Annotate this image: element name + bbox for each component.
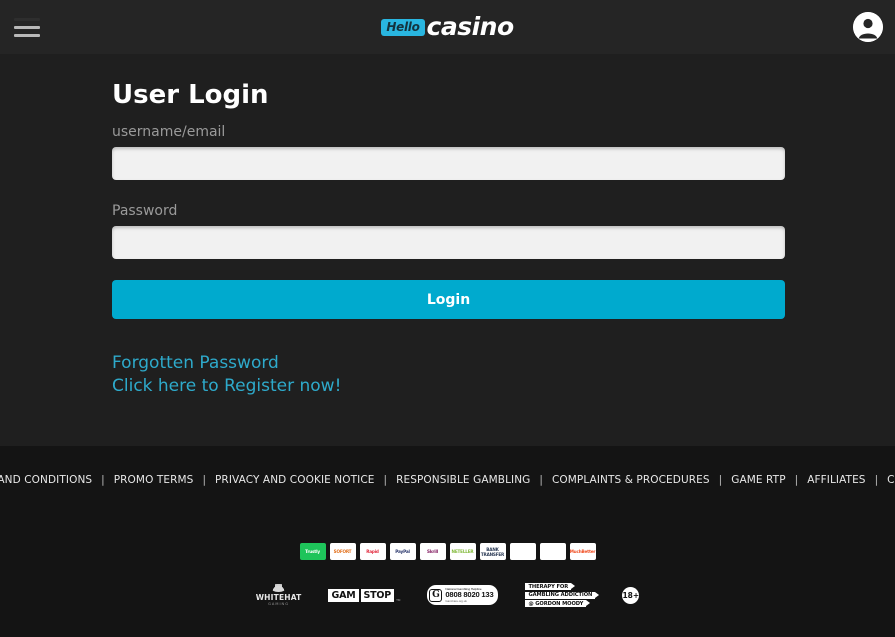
page-title: User Login xyxy=(112,80,269,110)
footer-nav-link-affiliates[interactable]: AFFILIATES xyxy=(807,474,865,486)
footer-nav-link-privacy-and-cookie-notice[interactable]: PRIVACY AND COOKIE NOTICE xyxy=(215,474,375,486)
payment-logo-trustly: Trustly xyxy=(299,543,326,560)
footer-nav-separator: | xyxy=(718,474,723,486)
whitehat-sub: GAMING xyxy=(268,602,290,607)
payment-logo-visa-electron xyxy=(539,543,566,560)
logo-casino-word: casino xyxy=(426,12,515,41)
password-input[interactable] xyxy=(112,226,785,259)
hat-icon xyxy=(271,583,287,592)
auth-links: Forgotten Password Click here to Registe… xyxy=(112,352,784,398)
whitehat-name: WHITEHAT xyxy=(255,592,302,602)
hamburger-bar-2 xyxy=(14,25,40,29)
payment-methods-row: Trustly SOFORT Rapid PayPal Skrill NETELLER BA… xyxy=(0,543,895,560)
gamcare-helpline-logo[interactable]: G National Gambling Helpline 0808 8020 1… xyxy=(427,585,499,605)
footer-nav-separator: | xyxy=(794,474,799,486)
logo-hello-badge: Hello xyxy=(381,18,425,36)
forgotten-password-link[interactable]: Forgotten Password xyxy=(112,352,784,375)
footer-nav-link-complaints-procedures[interactable]: COMPLAINTS & PROCEDURES xyxy=(552,474,710,486)
footer-nav-separator: | xyxy=(539,474,543,486)
field-spacer xyxy=(112,180,784,203)
footer-nav: TERMS AND CONDITIONS | PROMO TERMS | PRIVACY… xyxy=(0,474,895,486)
user-avatar-icon[interactable] xyxy=(853,12,883,42)
footer-nav-link-game-rtp[interactable]: GAME RTP xyxy=(731,474,785,486)
footer-nav-separator: | xyxy=(101,474,105,486)
site-footer: TERMS AND CONDITIONS | PROMO TERMS | PRIVACY… xyxy=(0,446,895,637)
gamstop-tm: TM xyxy=(396,597,401,602)
payment-logo-paypal: PayPal xyxy=(389,543,416,560)
gamcare-phone-number: 0808 8020 133 xyxy=(445,590,494,599)
footer-nav-separator: | xyxy=(202,474,206,486)
site-header: Hello casino xyxy=(0,0,895,54)
compliance-logos-row: WHITEHAT GAMING GAM STOP TM G National G… xyxy=(0,583,895,607)
hamburger-bar-3 xyxy=(14,33,40,37)
username-input[interactable] xyxy=(112,147,785,180)
footer-nav-separator: | xyxy=(383,474,388,486)
payment-logo-paysafecard xyxy=(509,543,536,560)
age-restriction-18-plus-icon: 18+ xyxy=(622,586,640,604)
footer-nav-link-responsible-gambling[interactable]: RESPONSIBLE GAMBLING xyxy=(396,474,530,486)
whitehat-gaming-logo: WHITEHAT GAMING xyxy=(255,583,302,607)
gamcare-text: National Gambling Helpline 0808 8020 133… xyxy=(445,587,493,603)
gordon-line-3: @ GORDON MOODY xyxy=(525,600,591,607)
hamburger-bar-1 xyxy=(14,17,40,21)
gamstop-part2: STOP xyxy=(360,588,395,602)
site-logo[interactable]: Hello casino xyxy=(381,12,515,41)
password-label: Password xyxy=(112,203,178,219)
login-form: User Login username/email Password Login… xyxy=(111,80,785,398)
hamburger-menu-icon[interactable] xyxy=(14,17,40,37)
gamcare-bottom-text: GamCare.org.uk xyxy=(445,599,467,603)
footer-nav-link-contact[interactable]: CONTACT xyxy=(887,474,895,486)
gamstop-part1: GAM xyxy=(328,588,359,602)
username-label: username/email xyxy=(112,124,226,140)
footer-nav-separator: | xyxy=(874,474,879,486)
main-content: User Login username/email Password Login… xyxy=(0,54,895,446)
register-link[interactable]: Click here to Register now! xyxy=(112,375,784,398)
payment-logo-sofort: SOFORT xyxy=(329,543,356,560)
payment-logo-muchbetter: MuchBetter xyxy=(569,543,596,560)
login-button[interactable]: Login xyxy=(112,280,785,319)
gordon-moody-logo[interactable]: THERAPY FOR GAMBLING ADDICTION @ GORDON … xyxy=(525,583,600,607)
gordon-line-2: GAMBLING ADDICTION xyxy=(525,591,600,599)
payment-logo-neteller: NETELLER xyxy=(449,543,476,560)
gordon-line-1: THERAPY FOR xyxy=(525,583,575,590)
payment-logo-bank-transfer: BANK TRANSFER xyxy=(479,543,506,560)
gamcare-g-icon: G xyxy=(429,588,443,602)
payment-logo-skrill: Skrill xyxy=(419,543,446,560)
gamstop-logo[interactable]: GAM STOP TM xyxy=(328,588,401,602)
payment-logo-rapid: Rapid xyxy=(359,543,386,560)
footer-nav-link-terms-and-conditions[interactable]: TERMS AND CONDITIONS xyxy=(0,474,92,486)
footer-nav-link-promo-terms[interactable]: PROMO TERMS xyxy=(114,474,194,486)
